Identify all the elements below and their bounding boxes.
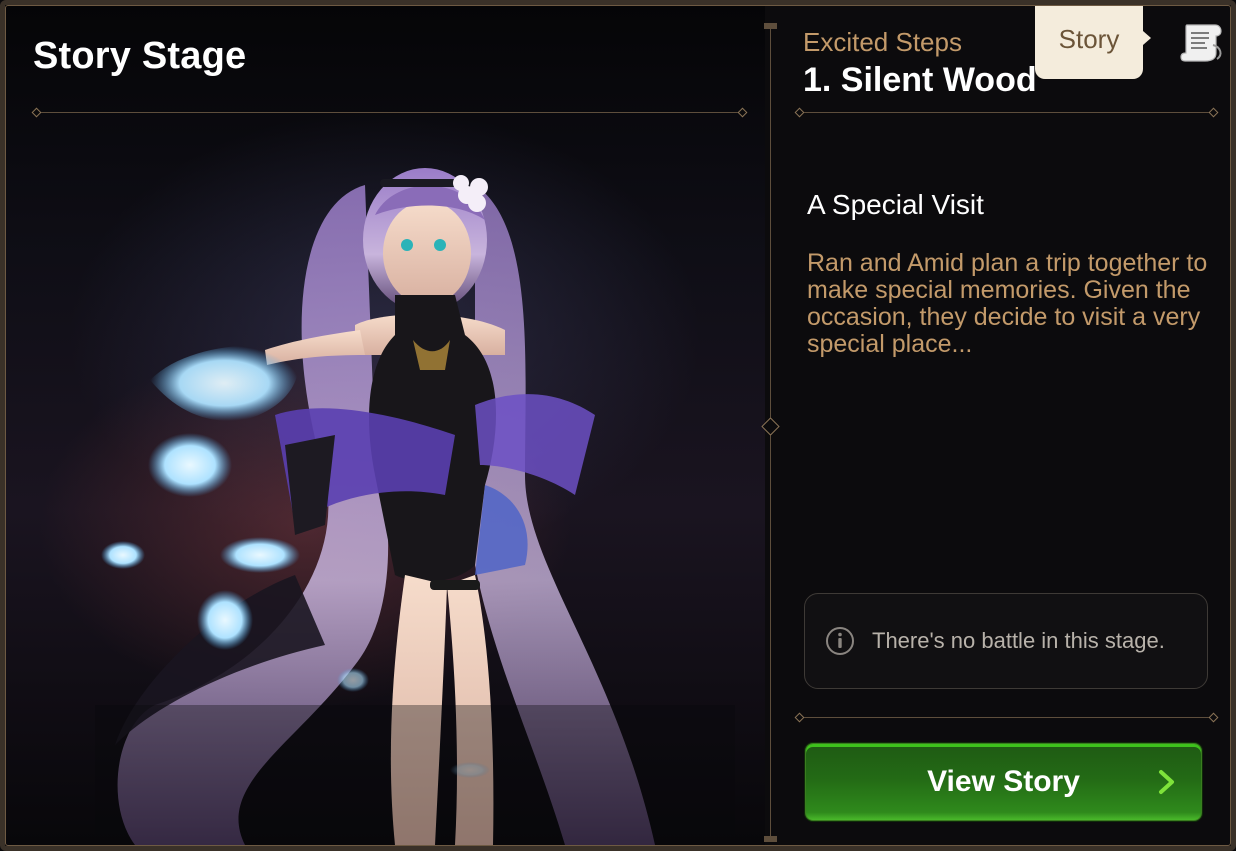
notice-text: There's no battle in this stage. xyxy=(872,628,1165,653)
story-title: A Special Visit xyxy=(807,189,984,220)
scroll-icon[interactable] xyxy=(1177,19,1225,65)
header-divider xyxy=(800,112,1213,113)
story-description: Ran and Amid plan a trip together to mak… xyxy=(807,249,1208,358)
character-panel: Story Stage xyxy=(5,5,765,846)
tab-story[interactable]: Story xyxy=(1035,5,1151,79)
page-title: Story Stage xyxy=(33,35,247,77)
title-divider xyxy=(37,112,742,113)
no-battle-notice: There's no battle in this stage. xyxy=(804,593,1208,689)
subtitle-chapter: Excited Steps xyxy=(803,27,962,57)
stage-name: 1. Silent Wood xyxy=(803,61,1037,99)
info-icon xyxy=(826,627,854,655)
view-story-button[interactable]: View Story xyxy=(805,743,1202,821)
panel-divider xyxy=(761,23,780,842)
tab-story-label: Story xyxy=(1058,23,1120,54)
story-stage-window: Story Stage Excited Steps 1. Silent Wood… xyxy=(0,0,1236,851)
chevron-right-icon xyxy=(1159,770,1174,794)
view-story-label: View Story xyxy=(927,765,1080,798)
footer-divider xyxy=(800,717,1213,718)
character-artwork xyxy=(95,168,735,845)
